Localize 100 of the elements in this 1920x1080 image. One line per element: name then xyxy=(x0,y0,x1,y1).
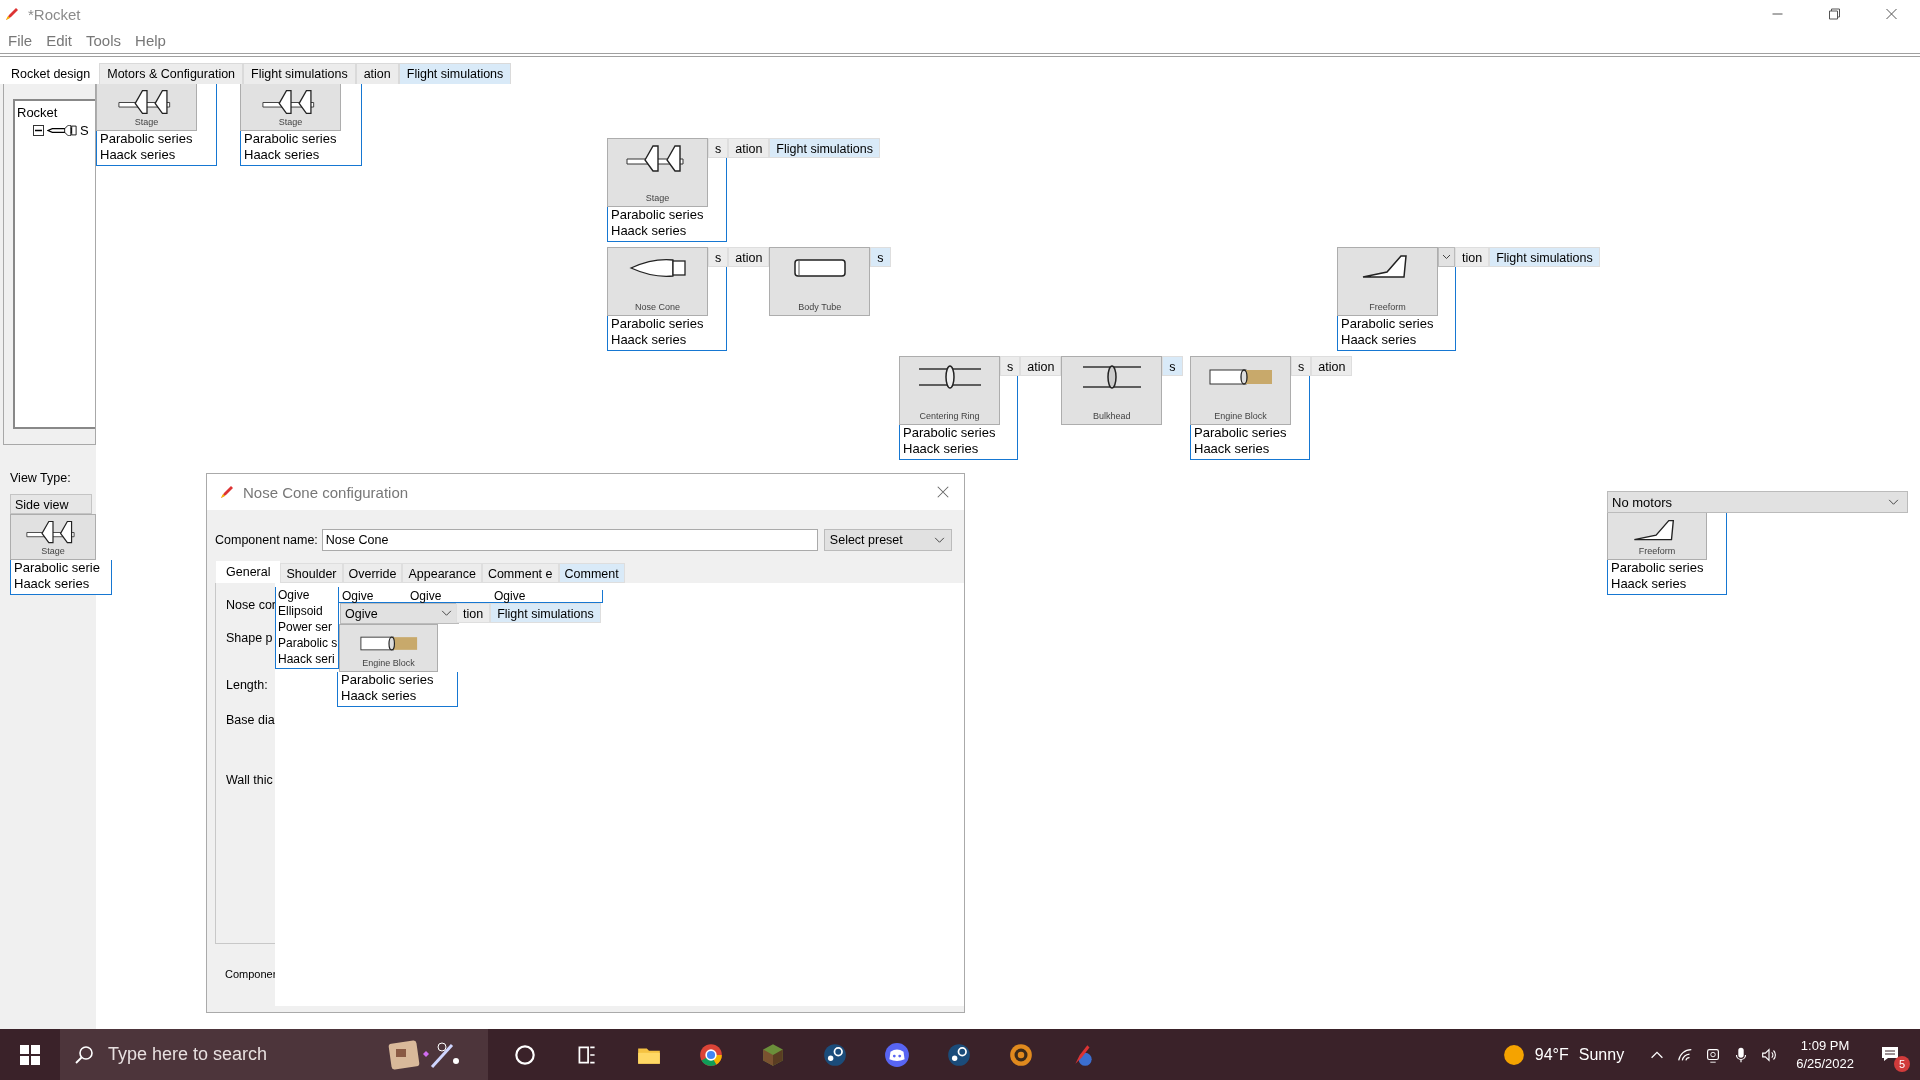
view-type-label: View Type: xyxy=(10,471,72,485)
component-button[interactable]: Engine Block xyxy=(339,624,438,672)
shape-dropdown[interactable]: Ogive xyxy=(340,603,459,624)
component-button[interactable]: Freeform xyxy=(1607,512,1707,560)
app-icon[interactable] xyxy=(946,1041,972,1068)
list-item[interactable]: Parabolic series xyxy=(338,672,457,688)
component-button[interactable]: Bulkhead xyxy=(1061,356,1163,425)
component-button[interactable]: Body Tube xyxy=(769,247,871,316)
component-button[interactable]: Engine Block xyxy=(1190,356,1291,425)
list-item[interactable]: Parabolic s xyxy=(276,635,338,651)
list-item[interactable]: Parabolic series xyxy=(1191,425,1309,441)
list-item[interactable]: Haack series xyxy=(608,223,726,239)
field-label: Componer xyxy=(225,968,275,980)
component-button[interactable]: Freeform xyxy=(1337,247,1438,316)
list-item[interactable]: Ellipsoid xyxy=(276,603,338,619)
list-item[interactable]: Haack seri xyxy=(276,651,338,667)
tab[interactable]: ation xyxy=(728,138,770,158)
list-item[interactable]: Haack series xyxy=(97,147,216,163)
list-item[interactable]: Parabolic series xyxy=(1608,560,1726,576)
windows-logo-icon[interactable] xyxy=(20,1044,40,1065)
component-button[interactable]: Stage xyxy=(240,83,341,131)
field-label: Shape p xyxy=(226,630,274,646)
tab[interactable]: tion xyxy=(456,603,491,623)
speaker-icon[interactable] xyxy=(1760,1045,1779,1064)
list-item[interactable]: Haack series xyxy=(338,688,457,704)
field-label: Component name: xyxy=(215,533,318,547)
list-item[interactable]: Haack series xyxy=(608,332,726,348)
list-item[interactable]: Parabolic series xyxy=(241,131,361,147)
tab[interactable]: s xyxy=(1162,356,1183,376)
tab[interactable]: ation xyxy=(1020,356,1062,376)
app-icon[interactable] xyxy=(698,1041,724,1068)
close-button[interactable] xyxy=(936,485,950,499)
list-item[interactable]: Parabolic serie xyxy=(11,560,111,576)
tab[interactable]: ation xyxy=(355,63,399,84)
search-field[interactable]: Type here to search xyxy=(108,1044,378,1065)
list-item[interactable]: Ogive xyxy=(491,590,594,602)
menu-item[interactable]: File xyxy=(8,31,43,49)
component-button[interactable]: Centering Ring xyxy=(899,356,1000,425)
list-item[interactable]: Haack series xyxy=(1338,332,1455,348)
list-item[interactable]: Haack series xyxy=(1191,441,1309,457)
tree-item[interactable]: Rocket xyxy=(17,105,95,120)
window-title: *Rocket xyxy=(28,5,81,23)
clock[interactable]: 1:09 PM 6/25/2022 xyxy=(1796,1036,1854,1073)
list-item[interactable]: Power ser xyxy=(276,619,338,635)
tab[interactable]: Motors & Configuration xyxy=(99,63,244,84)
rocket-icon xyxy=(47,125,77,136)
list-item[interactable]: Parabolic series xyxy=(608,316,726,332)
search-bar[interactable]: Type here to search xyxy=(60,1029,488,1080)
menu-item[interactable]: Edit xyxy=(46,31,83,49)
tab[interactable]: Flight simulations xyxy=(398,63,512,84)
list-item[interactable]: Haack series xyxy=(900,441,1017,457)
tab[interactable]: Flight simulations xyxy=(243,63,356,84)
list-item[interactable]: Parabolic series xyxy=(900,425,1017,441)
component-name-field[interactable]: Nose Cone xyxy=(321,529,818,551)
tab[interactable]: General xyxy=(216,561,281,583)
preset-dropdown[interactable]: Select preset xyxy=(823,529,952,551)
list-item[interactable]: Ogive xyxy=(407,590,491,602)
tab[interactable]: Flight simulations xyxy=(769,138,880,158)
tree-item[interactable]: S xyxy=(80,123,89,138)
tab[interactable]: Appearance xyxy=(402,563,482,583)
rocket-icon xyxy=(219,484,235,500)
menu-item[interactable]: Tools xyxy=(86,31,132,49)
app-icon[interactable] xyxy=(822,1041,848,1068)
tab[interactable]: Flight simulations xyxy=(1489,247,1600,267)
list-item[interactable]: Ogive xyxy=(276,587,338,603)
tab[interactable]: Override xyxy=(342,563,403,583)
tab[interactable]: s xyxy=(870,247,891,267)
dialog-title: Nose Cone configuration xyxy=(243,483,409,501)
tab[interactable]: s xyxy=(708,138,729,158)
field-label: Nose cor xyxy=(226,597,275,613)
list-item[interactable]: Parabolic series xyxy=(97,131,216,147)
app-icon[interactable] xyxy=(884,1041,910,1068)
tab[interactable]: s xyxy=(708,247,729,267)
tab[interactable]: ation xyxy=(1311,356,1353,376)
menu-item[interactable]: Help xyxy=(135,31,176,49)
block-icon[interactable] xyxy=(760,1041,786,1068)
motor-dropdown[interactable]: No motors xyxy=(1607,491,1908,513)
sun-icon[interactable] xyxy=(1502,1043,1525,1066)
list-item[interactable]: Haack series xyxy=(241,147,361,163)
tab[interactable]: s xyxy=(1291,356,1312,376)
tab[interactable]: Flight simulations xyxy=(490,603,601,623)
component-button[interactable]: Stage xyxy=(607,138,708,207)
tab[interactable]: Comment e xyxy=(481,563,559,583)
list-item[interactable]: Ogive xyxy=(339,590,407,602)
tab[interactable]: tion xyxy=(1455,247,1490,267)
tab[interactable]: s xyxy=(1000,356,1021,376)
component-button[interactable]: Stage xyxy=(10,514,96,560)
clock-time: 1:09 PM xyxy=(1800,1036,1850,1055)
list-item[interactable]: Parabolic series xyxy=(608,207,726,223)
tab[interactable]: ation xyxy=(728,247,770,267)
tab[interactable]: Shoulder xyxy=(280,563,343,583)
list-item[interactable]: Haack series xyxy=(11,576,111,592)
component-button[interactable]: Stage xyxy=(96,83,197,131)
collapse-toggle-icon[interactable] xyxy=(33,125,44,136)
list-item[interactable]: Parabolic series xyxy=(1338,316,1455,332)
list-item[interactable]: Haack series xyxy=(1608,576,1726,592)
field-label: Base dia xyxy=(226,712,275,728)
component-button[interactable]: Nose Cone xyxy=(607,247,708,316)
view-type-dropdown[interactable]: Side view xyxy=(10,494,92,514)
tab[interactable]: Comment xyxy=(558,563,625,583)
